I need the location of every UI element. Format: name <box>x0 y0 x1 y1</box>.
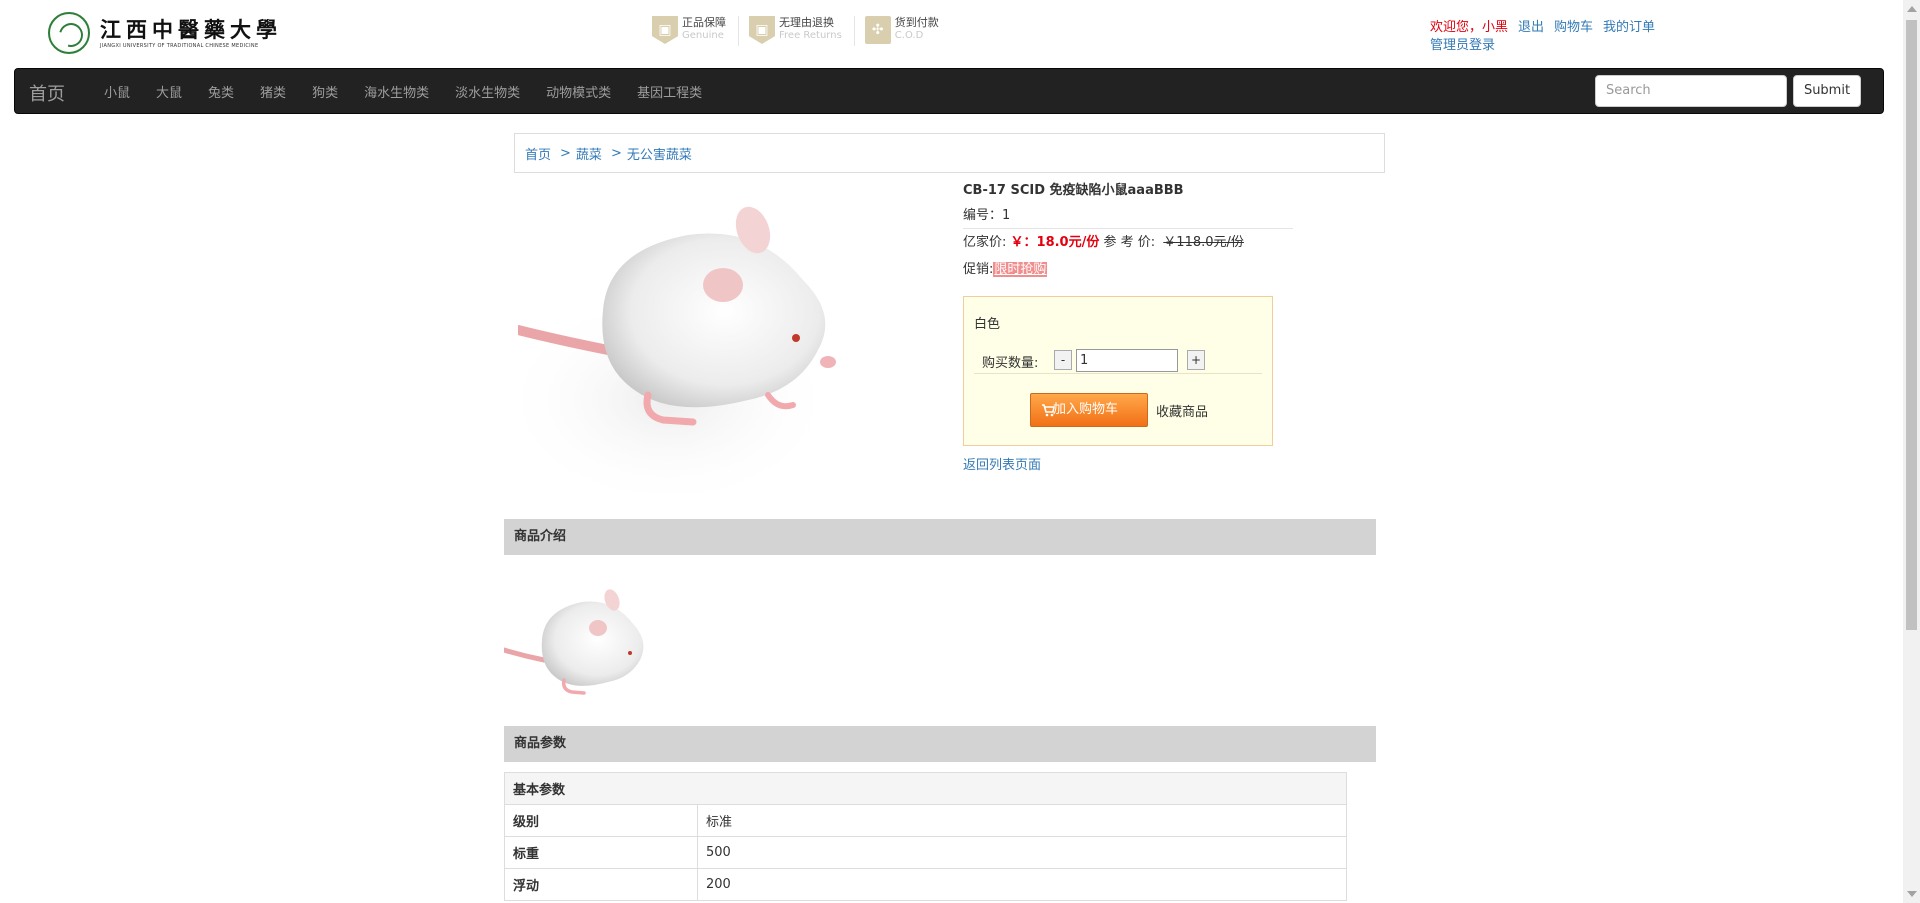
cart-icon <box>1042 404 1055 417</box>
guarantee-free-returns: ▣ 无理由退换 Free Returns <box>749 16 855 46</box>
param-key: 标重 <box>504 836 698 869</box>
param-value: 500 <box>697 836 1347 869</box>
table-row: 级别 标准 <box>504 804 1347 837</box>
scroll-down-icon[interactable] <box>1907 891 1917 897</box>
section-params-header: 商品参数 <box>504 726 1376 762</box>
guarantee-genuine: ▣ 正品保障 Genuine <box>652 16 739 46</box>
logout-link[interactable]: 退出 <box>1518 20 1544 35</box>
quantity-input[interactable]: 1 <box>1076 349 1178 372</box>
product-price: ￥：18.0元/份 <box>1010 235 1100 250</box>
description-image <box>504 589 644 695</box>
nav-categories: 小鼠 大鼠 兔类 猪类 狗类 海水生物类 淡水生物类 动物模式类 基因工程类 <box>91 69 715 113</box>
page-scrollbar[interactable] <box>1903 0 1920 903</box>
table-row: 浮动 200 <box>504 868 1347 901</box>
service-guarantees: ▣ 正品保障 Genuine ▣ 无理由退换 Free Returns ✣ 货到… <box>652 16 961 46</box>
product-title: CB-17 SCID 免疫缺陷小鼠aaaBBB <box>963 183 1184 198</box>
guarantee-cod: ✣ 货到付款 C.O.D <box>864 16 951 46</box>
nav-item-genetic[interactable]: 基因工程类 <box>624 82 715 101</box>
color-option[interactable]: 白色 <box>974 313 1000 332</box>
guarantee-label: 正品保障 <box>682 16 726 29</box>
breadcrumb-level1[interactable]: 蔬菜 <box>576 144 602 163</box>
promotion-badge[interactable]: 限时抢购 <box>993 262 1048 277</box>
nav-item-pig[interactable]: 猪类 <box>247 82 299 101</box>
reference-price-label: 参 考 价: <box>1103 235 1156 250</box>
quantity-decrement-button[interactable]: - <box>1054 350 1072 370</box>
guarantee-sublabel: Genuine <box>682 30 724 41</box>
section-intro-header: 商品介绍 <box>504 519 1376 555</box>
submit-button[interactable]: Submit <box>1793 75 1861 107</box>
breadcrumb-separator: > <box>560 145 571 161</box>
breadcrumb-separator: > <box>610 145 622 161</box>
shield-icon: ▣ <box>749 16 775 44</box>
back-to-list-link[interactable]: 返回列表页面 <box>963 454 1041 473</box>
cart-link[interactable]: 购物车 <box>1554 20 1593 35</box>
promotion-label: 促销: <box>963 262 994 277</box>
guarantee-sublabel: Free Returns <box>779 30 842 41</box>
table-row: 标重 500 <box>504 836 1347 869</box>
cod-icon: ✣ <box>864 16 891 44</box>
params-table-header: 基本参数 <box>504 772 1347 805</box>
param-key: 浮动 <box>504 868 698 901</box>
main-navbar: 首页 小鼠 大鼠 兔类 猪类 狗类 海水生物类 淡水生物类 动物模式类 基因工程… <box>14 68 1884 114</box>
purchase-box: 白色 购买数量: - 1 + 加入购物车 收藏商品 <box>963 296 1273 446</box>
university-seal-icon <box>48 12 90 54</box>
logo-name-en: JIANGXI UNIVERSITY OF TRADITIONAL CHINES… <box>100 42 259 49</box>
nav-item-marine[interactable]: 海水生物类 <box>351 82 442 101</box>
product-info: CB-17 SCID 免疫缺陷小鼠aaaBBB 编号：1 亿家价: ￥：18.0… <box>963 180 1293 283</box>
reference-price: ￥118.0元/份 <box>1163 235 1244 250</box>
nav-item-animal-model[interactable]: 动物模式类 <box>533 82 624 101</box>
promotion-row: 促销:限时抢购 <box>963 256 1293 283</box>
price-row: 亿家价: ￥：18.0元/份 参 考 价: ￥118.0元/份 <box>963 229 1293 256</box>
breadcrumb-level2[interactable]: 无公害蔬菜 <box>627 144 692 163</box>
nav-item-freshwater[interactable]: 淡水生物类 <box>442 82 533 101</box>
admin-login-link[interactable]: 管理员登录 <box>1430 38 1495 53</box>
user-links: 欢迎您，小黑 退出 购物车 我的订单 管理员登录 <box>1430 19 1665 55</box>
logo-name-cn: 江西中醫藥大學 <box>100 16 282 42</box>
add-to-cart-button[interactable]: 加入购物车 <box>1030 393 1148 427</box>
product-image <box>518 206 838 510</box>
nav-item-rabbit[interactable]: 兔类 <box>195 82 247 101</box>
scrollbar-thumb[interactable] <box>1906 20 1917 630</box>
nav-item-rat[interactable]: 大鼠 <box>143 82 195 101</box>
params-table: 基本参数 级别 标准 标重 500 浮动 200 <box>504 772 1347 901</box>
shield-icon: ▣ <box>652 16 678 44</box>
price-label: 亿家价: <box>963 235 1007 250</box>
quantity-increment-button[interactable]: + <box>1187 350 1205 370</box>
product-code-row: 编号：1 <box>963 202 1293 229</box>
nav-item-mouse[interactable]: 小鼠 <box>91 82 143 101</box>
param-key: 级别 <box>504 804 698 837</box>
breadcrumb-home[interactable]: 首页 <box>525 144 551 163</box>
nav-item-dog[interactable]: 狗类 <box>299 82 351 101</box>
nav-home[interactable]: 首页 <box>29 80 65 106</box>
search-input[interactable]: Search <box>1595 75 1787 107</box>
my-orders-link[interactable]: 我的订单 <box>1603 20 1655 35</box>
guarantee-label: 无理由退换 <box>779 16 834 29</box>
site-logo[interactable]: 江西中醫藥大學 JIANGXI UNIVERSITY OF TRADITIONA… <box>48 12 282 54</box>
param-value: 200 <box>697 868 1347 901</box>
welcome-text: 欢迎您，小黑 <box>1430 20 1509 35</box>
add-to-cart-label: 加入购物车 <box>1053 402 1119 417</box>
quantity-row: 购买数量: - 1 + <box>974 349 1262 374</box>
param-value: 标准 <box>697 804 1347 837</box>
scroll-up-icon[interactable] <box>1907 6 1917 12</box>
guarantee-label: 货到付款 <box>894 16 939 29</box>
breadcrumb: 首页 > 蔬菜 > 无公害蔬菜 <box>514 133 1385 173</box>
quantity-label: 购买数量: <box>982 356 1039 371</box>
guarantee-sublabel: C.O.D <box>894 30 924 41</box>
product-code: 1 <box>1002 208 1011 223</box>
favorite-link[interactable]: 收藏商品 <box>1156 401 1208 420</box>
code-label: 编号： <box>963 208 1003 223</box>
